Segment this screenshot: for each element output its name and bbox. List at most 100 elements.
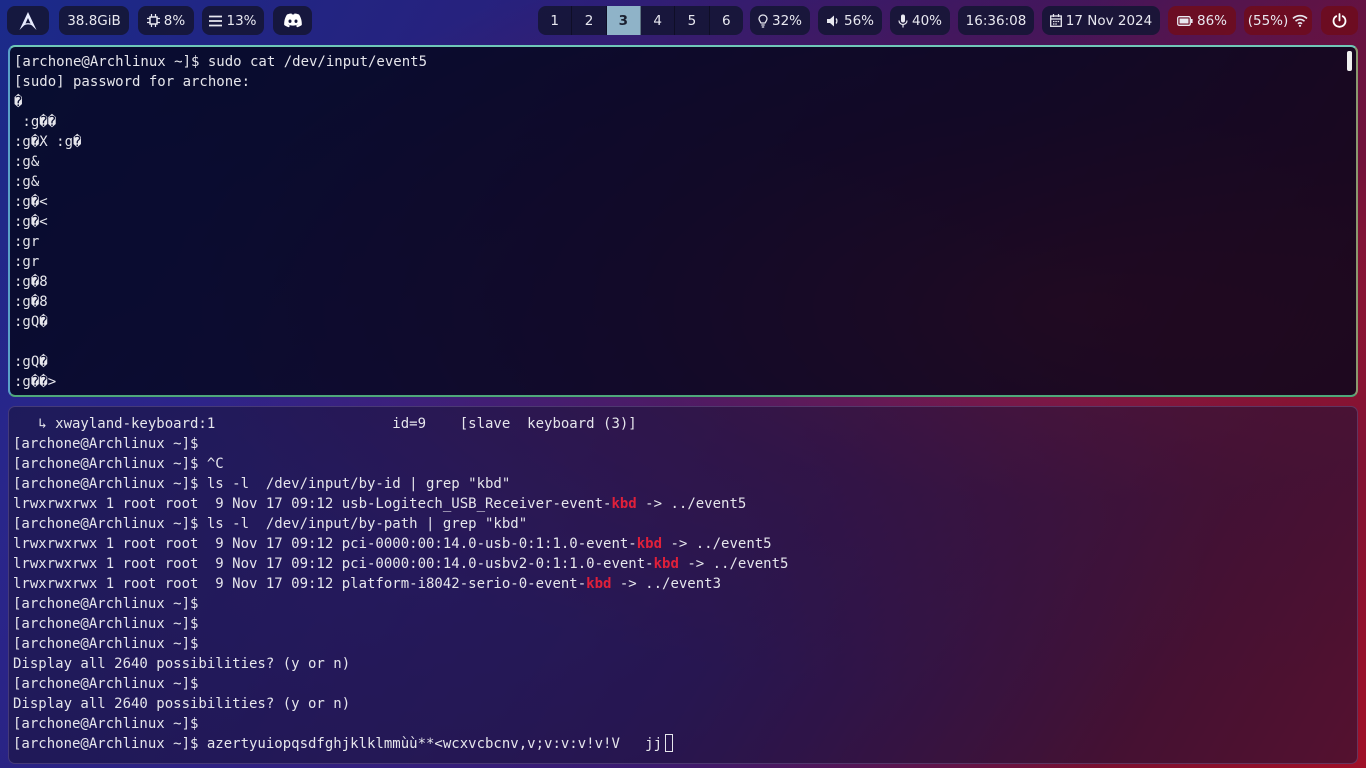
wifi-value: (55%) <box>1247 12 1289 29</box>
terminal-line: :g& <box>14 174 40 190</box>
power-button[interactable] <box>1321 6 1358 35</box>
terminal-text: [archone@Archlinux ~]$ <box>13 716 199 732</box>
cpu-icon <box>146 14 160 27</box>
workspace-2[interactable]: 2 <box>572 6 607 35</box>
terminal-text: [archone@Archlinux ~]$ ls -l /dev/input/… <box>13 476 511 492</box>
terminal-line: [sudo] password for archone: <box>14 74 251 90</box>
terminal-output: [archone@Archlinux ~]$ sudo cat /dev/inp… <box>14 52 1342 392</box>
terminal-text: ↳ xwayland-keyboard:1 id=9 [slave keyboa… <box>13 416 637 432</box>
terminal-text: [archone@Archlinux ~]$ <box>13 436 199 452</box>
date-module[interactable]: 17 Nov 2024 <box>1042 6 1160 35</box>
cpu-module[interactable]: 8% <box>138 6 194 35</box>
time-value: 16:36:08 <box>965 12 1027 29</box>
terminal-output: ↳ xwayland-keyboard:1 id=9 [slave keyboa… <box>13 414 1343 754</box>
terminal-line: :g��> <box>14 374 57 390</box>
brightness-value: 32% <box>771 12 802 29</box>
mic-value: 40% <box>911 12 942 29</box>
terminal-line: :g& <box>14 154 40 170</box>
workspace-6[interactable]: 6 <box>710 6 743 35</box>
workspace-switcher: 1 2 3 4 5 6 <box>538 6 743 35</box>
terminal-line: [archone@Archlinux ~]$ ^C <box>13 454 1343 474</box>
terminal-line: :g�8 <box>14 294 48 310</box>
battery-module[interactable]: 86% <box>1168 6 1236 35</box>
terminal-line: :g�X :g� <box>14 134 82 150</box>
workspace-4[interactable]: 4 <box>641 6 676 35</box>
terminal-line: :g�8 <box>14 274 48 290</box>
terminal-line: :gQ� <box>14 314 48 330</box>
terminal-text: [archone@Archlinux ~]$ <box>13 636 199 652</box>
cpu-value: 8% <box>163 12 186 29</box>
grep-match-highlight: kbd <box>653 556 679 572</box>
power-icon <box>1332 13 1347 28</box>
terminal-line: [archone@Archlinux ~]$ <box>13 714 1343 734</box>
terminal-text: [archone@Archlinux ~]$ azertyuiopqsdfghj… <box>13 736 663 752</box>
terminal-scrollbar[interactable] <box>1347 51 1352 71</box>
terminal-line: [archone@Archlinux ~]$ <box>13 594 1343 614</box>
terminal-text: [archone@Archlinux ~]$ <box>13 676 199 692</box>
lightbulb-icon <box>758 13 768 28</box>
volume-module[interactable]: 56% <box>818 6 882 35</box>
terminal-line: lrwxrwxrwx 1 root root 9 Nov 17 09:12 pl… <box>13 574 1343 594</box>
grep-match-highlight: kbd <box>611 496 637 512</box>
terminal-line: :g�� <box>14 114 57 130</box>
date-value: 17 Nov 2024 <box>1065 12 1153 29</box>
battery-icon <box>1177 15 1193 26</box>
terminal-text: -> ../event3 <box>611 576 722 592</box>
terminal-line: [archone@Archlinux ~]$ <box>13 634 1343 654</box>
terminal-line: :gQ� <box>14 354 48 370</box>
terminal-text: -> ../event5 <box>662 536 772 552</box>
terminal-text: [archone@Archlinux ~]$ <box>13 596 199 612</box>
terminal-text: lrwxrwxrwx 1 root root 9 Nov 17 09:12 pl… <box>13 576 587 592</box>
top-bar: 38.8GiB 8% 13% 1 2 3 4 5 6 32% 56% 40% 1… <box>0 0 1366 41</box>
speaker-icon <box>826 15 840 27</box>
terminal-line: lrwxrwxrwx 1 root root 9 Nov 17 09:12 pc… <box>13 534 1343 554</box>
terminal-line: [archone@Archlinux ~]$ azertyuiopqsdfghj… <box>13 734 1343 754</box>
workspace-1[interactable]: 1 <box>538 6 573 35</box>
list-icon <box>209 15 223 27</box>
terminal-line: Display all 2640 possibilities? (y or n) <box>13 654 1343 674</box>
terminal-line: [archone@Archlinux ~]$ <box>13 674 1343 694</box>
terminal-line: [archone@Archlinux ~]$ <box>13 614 1343 634</box>
wifi-module[interactable]: (55%) <box>1244 6 1312 35</box>
terminal-line: :gr <box>14 234 40 250</box>
volume-value: 56% <box>843 12 874 29</box>
battery-value: 86% <box>1196 12 1227 29</box>
terminal-line: [archone@Archlinux ~]$ sudo cat /dev/inp… <box>14 54 428 70</box>
terminal-text: [archone@Archlinux ~]$ <box>13 616 199 632</box>
discord-icon <box>283 13 303 28</box>
text-cursor <box>665 734 674 752</box>
grep-match-highlight: kbd <box>636 536 663 552</box>
terminal-line: ↳ xwayland-keyboard:1 id=9 [slave keyboa… <box>13 414 1343 434</box>
microphone-icon <box>898 14 908 28</box>
terminal-line: :gr <box>14 254 40 270</box>
clock[interactable]: 16:36:08 <box>958 6 1034 35</box>
brightness-module[interactable]: 32% <box>750 6 810 35</box>
terminal-line: � <box>14 94 23 110</box>
terminal-line: [archone@Archlinux ~]$ ls -l /dev/input/… <box>13 514 1343 534</box>
terminal-text: [archone@Archlinux ~]$ ls -l /dev/input/… <box>13 516 528 532</box>
ram-value: 13% <box>226 12 257 29</box>
terminal-text: [archone@Archlinux ~]$ ^C <box>13 456 224 472</box>
calendar-icon <box>1049 14 1062 27</box>
terminal-line: Display all 2640 possibilities? (y or n) <box>13 694 1343 714</box>
terminal-window-bottom[interactable]: ↳ xwayland-keyboard:1 id=9 [slave keyboa… <box>8 406 1358 764</box>
memory-value: 38.8GiB <box>67 12 121 29</box>
terminal-text: Display all 2640 possibilities? (y or n) <box>13 696 351 712</box>
microphone-module[interactable]: 40% <box>890 6 950 35</box>
wifi-icon <box>1292 14 1308 27</box>
terminal-window-top[interactable]: [archone@Archlinux ~]$ sudo cat /dev/inp… <box>8 45 1358 397</box>
ram-module[interactable]: 13% <box>202 6 264 35</box>
terminal-text: lrwxrwxrwx 1 root root 9 Nov 17 09:12 pc… <box>13 556 654 572</box>
memory-module[interactable]: 38.8GiB <box>59 6 129 35</box>
terminal-text: -> ../event5 <box>678 556 789 572</box>
grep-match-highlight: kbd <box>586 576 612 592</box>
workspace-3[interactable]: 3 <box>606 6 641 35</box>
arch-launcher-button[interactable] <box>7 6 49 35</box>
terminal-line: [archone@Archlinux ~]$ ls -l /dev/input/… <box>13 474 1343 494</box>
terminal-text: Display all 2640 possibilities? (y or n) <box>13 656 351 672</box>
terminal-text: lrwxrwxrwx 1 root root 9 Nov 17 09:12 us… <box>13 496 612 512</box>
workspace-5[interactable]: 5 <box>675 6 710 35</box>
discord-button[interactable] <box>273 6 312 35</box>
terminal-line: :g�< <box>14 194 48 210</box>
